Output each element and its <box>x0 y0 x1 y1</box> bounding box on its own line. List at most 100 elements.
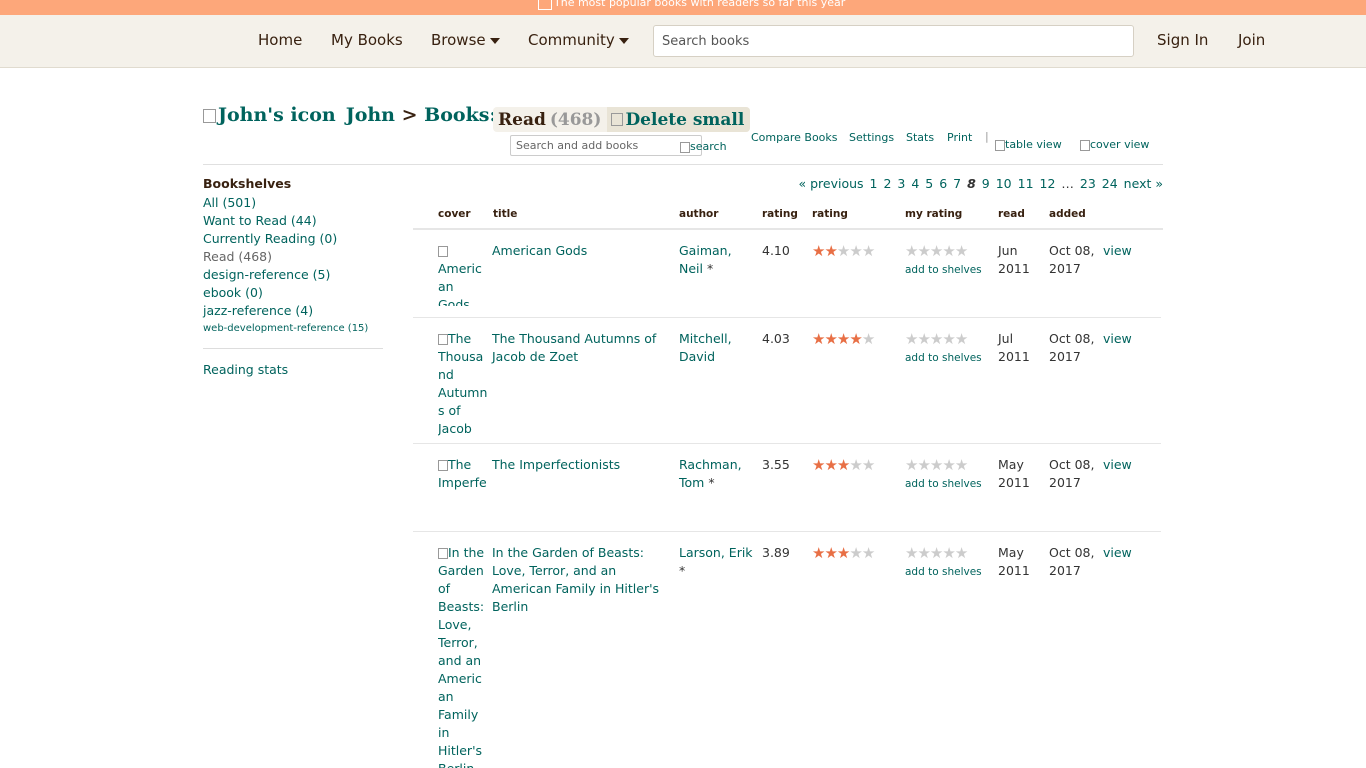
nav-my-books[interactable]: My Books <box>331 31 403 49</box>
books-link[interactable]: Books: <box>424 104 496 126</box>
promo-banner[interactable]: The most popular books with readers so f… <box>0 0 1366 15</box>
star-icon[interactable]: ★ <box>930 242 943 260</box>
page-link-1[interactable]: 1 <box>870 176 878 191</box>
star-icon[interactable]: ★ <box>955 242 968 260</box>
book-author-link[interactable]: Rachman, Tom * <box>679 456 759 492</box>
join-link[interactable]: Join <box>1238 31 1265 49</box>
my-rating-stars[interactable]: ★★★★★ <box>905 456 968 474</box>
star-icon[interactable]: ★ <box>942 456 955 474</box>
shelf-link-all[interactable]: All (501) <box>203 194 383 212</box>
nav-community-label: Community <box>528 31 615 49</box>
column-header-read[interactable]: read <box>998 208 1025 220</box>
compare-books-link[interactable]: Compare Books <box>751 131 838 144</box>
search-button[interactable]: search <box>680 140 727 153</box>
star-icon[interactable]: ★ <box>942 330 955 348</box>
page-link-7[interactable]: 7 <box>953 176 961 191</box>
page-link-5[interactable]: 5 <box>925 176 933 191</box>
my-rating-stars[interactable]: ★★★★★ <box>905 544 968 562</box>
shelf-link-ebook[interactable]: ebook (0) <box>203 284 383 302</box>
promo-banner-link[interactable]: The most popular books with readers so f… <box>538 0 845 10</box>
add-to-shelves-link[interactable]: add to shelves <box>905 352 982 364</box>
book-title-link[interactable]: American Gods <box>492 242 678 260</box>
shelf-link-read[interactable]: Read (468) <box>203 248 383 266</box>
shelf-link-web-development-reference[interactable]: web-development-reference (15) <box>203 320 383 338</box>
book-title-link[interactable]: In the Garden of Beasts: Love, Terror, a… <box>492 544 678 616</box>
page-link-24[interactable]: 24 <box>1102 176 1118 191</box>
view-link[interactable]: view <box>1103 330 1143 348</box>
book-author-link[interactable]: Gaiman, Neil * <box>679 242 759 278</box>
book-author-link[interactable]: Larson, Erik * <box>679 544 761 580</box>
view-link[interactable]: view <box>1103 242 1143 260</box>
star-icon[interactable]: ★ <box>917 330 930 348</box>
reading-stats-link[interactable]: Reading stats <box>203 361 383 379</box>
settings-link[interactable]: Settings <box>849 131 894 144</box>
add-to-shelves-link[interactable]: add to shelves <box>905 264 982 276</box>
nav-community[interactable]: Community <box>528 31 629 49</box>
shelf-link-design-reference[interactable]: design-reference (5) <box>203 266 383 284</box>
star-icon[interactable]: ★ <box>955 456 968 474</box>
column-header-avg-rating[interactable]: rating <box>762 208 798 220</box>
column-header-my-rating[interactable]: my rating <box>905 208 962 220</box>
cover-view-button[interactable]: cover view <box>1080 138 1149 151</box>
column-header-added[interactable]: added <box>1049 208 1086 220</box>
star-icon[interactable]: ★ <box>930 330 943 348</box>
user-name-link[interactable]: John <box>346 104 395 126</box>
book-cover[interactable]: In the Garden of Beasts: Love, Terror, a… <box>438 544 488 768</box>
star-icon[interactable]: ★ <box>905 242 918 260</box>
sign-in-link[interactable]: Sign In <box>1157 31 1208 49</box>
search-books-input[interactable] <box>653 25 1134 57</box>
print-link[interactable]: Print <box>947 131 972 144</box>
star-icon[interactable]: ★ <box>917 456 930 474</box>
star-icon[interactable]: ★ <box>905 330 918 348</box>
table-view-button[interactable]: table view <box>995 138 1062 151</box>
book-author-link[interactable]: Mitchell, David <box>679 330 759 366</box>
nav-home[interactable]: Home <box>258 31 302 49</box>
page-link-3[interactable]: 3 <box>897 176 905 191</box>
page-link-4[interactable]: 4 <box>911 176 919 191</box>
divider: | <box>985 130 989 143</box>
add-to-shelves-link[interactable]: add to shelves <box>905 478 982 490</box>
page-link-2[interactable]: 2 <box>883 176 891 191</box>
star-icon[interactable]: ★ <box>930 544 943 562</box>
view-link[interactable]: view <box>1103 544 1143 562</box>
page-link-23[interactable]: 23 <box>1080 176 1096 191</box>
star-icon[interactable]: ★ <box>942 242 955 260</box>
user-avatar[interactable]: John's icon <box>203 104 336 126</box>
nav-browse[interactable]: Browse <box>431 31 500 49</box>
book-avg-rating: 3.55 <box>762 457 790 472</box>
star-icon[interactable]: ★ <box>917 544 930 562</box>
book-title-link[interactable]: The Thousand Autumns of Jacob de Zoet <box>492 330 678 366</box>
star-icon[interactable]: ★ <box>955 330 968 348</box>
column-header-author[interactable]: author <box>679 208 718 220</box>
shelf-link-currently-reading[interactable]: Currently Reading (0) <box>203 230 383 248</box>
page-link-6[interactable]: 6 <box>939 176 947 191</box>
view-link[interactable]: view <box>1103 456 1143 474</box>
book-cover[interactable]: The Thousand Autumns of Jacob de Zoet <box>438 330 488 438</box>
previous-page-link[interactable]: « previous <box>798 176 863 191</box>
book-cover[interactable]: American Gods <box>438 242 488 306</box>
search-add-books-input[interactable] <box>510 135 702 156</box>
star-icon[interactable]: ★ <box>905 456 918 474</box>
page-link-9[interactable]: 9 <box>982 176 990 191</box>
star-icon[interactable]: ★ <box>917 242 930 260</box>
my-rating-stars[interactable]: ★★★★★ <box>905 330 968 348</box>
star-icon[interactable]: ★ <box>955 544 968 562</box>
book-title-link[interactable]: The Imperfectionists <box>492 456 678 474</box>
my-rating-stars[interactable]: ★★★★★ <box>905 242 968 260</box>
star-icon[interactable]: ★ <box>905 544 918 562</box>
page-link-10[interactable]: 10 <box>996 176 1012 191</box>
next-page-link[interactable]: next » <box>1124 176 1163 191</box>
stats-link[interactable]: Stats <box>906 131 934 144</box>
page-link-12[interactable]: 12 <box>1040 176 1056 191</box>
shelf-link-want-to-read[interactable]: Want to Read (44) <box>203 212 383 230</box>
add-to-shelves-link[interactable]: add to shelves <box>905 566 982 578</box>
star-icon[interactable]: ★ <box>942 544 955 562</box>
column-header-cover[interactable]: cover <box>438 208 471 220</box>
delete-shelf-button[interactable]: Delete small <box>607 107 751 132</box>
column-header-rating[interactable]: rating <box>812 208 848 220</box>
column-header-title[interactable]: title <box>493 208 517 220</box>
star-icon[interactable]: ★ <box>930 456 943 474</box>
shelf-link-jazz-reference[interactable]: jazz-reference (4) <box>203 302 383 320</box>
book-cover[interactable]: The Imperfectionists <box>438 456 488 492</box>
page-link-11[interactable]: 11 <box>1018 176 1034 191</box>
